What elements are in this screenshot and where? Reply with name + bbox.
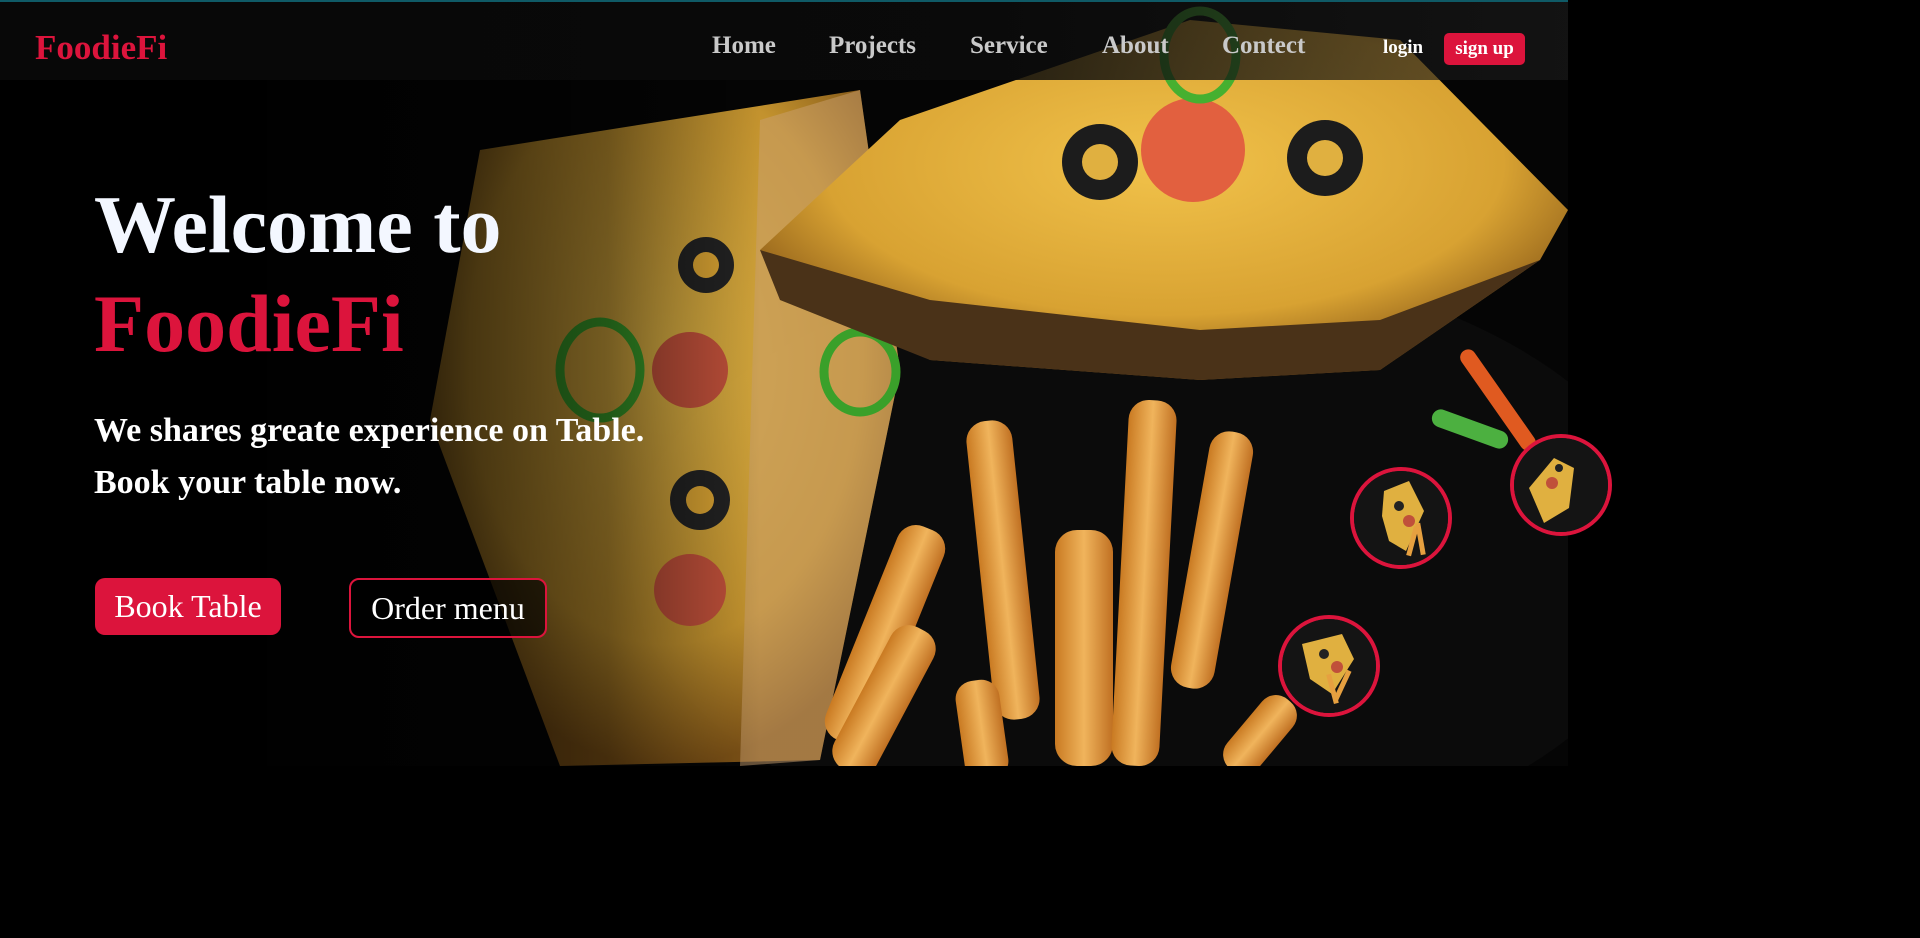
nav-projects-link[interactable]: Projects [829,32,916,60]
nav-home-link[interactable]: Home [712,32,776,60]
hero-tagline-line2: Book your table now. [94,464,402,501]
hero-dark-overlay [0,0,760,766]
order-menu-button[interactable]: Order menu [349,578,547,638]
pizza-fries-thumbnail-icon[interactable] [1350,467,1452,569]
nav-about-link[interactable]: About [1102,32,1169,60]
navbar: FoodieFi Home Projects Service About Con… [0,2,1568,80]
hero-heading-brand: FoodieFi [94,278,404,369]
nav-service-link[interactable]: Service [970,32,1048,60]
pizza-fries-thumbnail-icon[interactable] [1278,615,1380,717]
pizza-fries-thumbnail-icon[interactable] [1510,434,1612,536]
hero-heading-welcome: Welcome to [94,179,502,270]
top-accent-line [0,0,1568,2]
book-table-button[interactable]: Book Table [95,578,281,635]
brand-logo[interactable]: FoodieFi [35,28,167,68]
nav-contect-link[interactable]: Contect [1222,32,1305,60]
login-link[interactable]: login [1383,37,1423,59]
hero-tagline-line1: We shares greate experience on Table. [94,412,645,449]
signup-button[interactable]: sign up [1444,33,1525,65]
